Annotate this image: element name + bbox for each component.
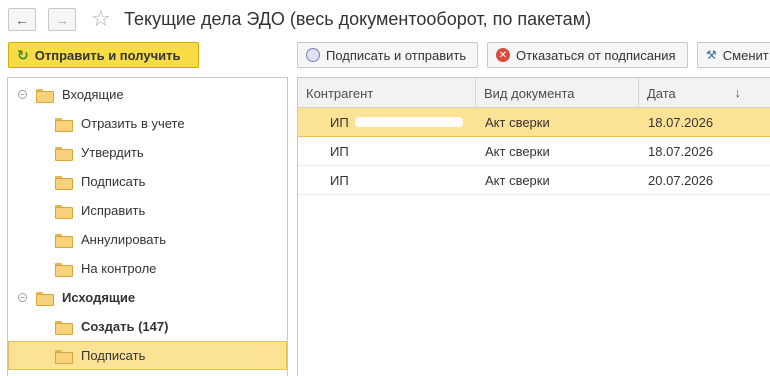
refresh-icon: ↻: [17, 46, 29, 63]
folder-icon: [36, 291, 54, 306]
redaction: [354, 175, 459, 185]
send-receive-button[interactable]: ↻ Отправить и получить: [8, 42, 199, 68]
tree-label: Исправить: [81, 203, 146, 218]
tree-label: Подписать: [81, 174, 146, 189]
tree-label: Подписать: [81, 348, 146, 363]
column-header-date[interactable]: Дата ↓: [639, 78, 770, 108]
documents-table: Контрагент Вид документа Дата ↓ ИП Акт с…: [297, 77, 770, 376]
arrow-right-icon: →: [55, 11, 69, 28]
folder-icon: [36, 88, 54, 103]
arrow-left-icon: ←: [15, 11, 29, 28]
tree-label: Исходящие: [62, 290, 136, 305]
forward-button[interactable]: →: [48, 8, 76, 31]
cell-counterparty: ИП: [330, 166, 459, 194]
tree-item[interactable]: Утвердить: [8, 138, 287, 167]
cell-doc-type: Акт сверки: [485, 114, 550, 130]
cell-doc-type: Акт сверки: [485, 143, 550, 159]
tree-item-selected[interactable]: Подписать: [8, 341, 287, 370]
tree-label: Создать (147): [81, 319, 169, 334]
counterparty-text: ИП: [330, 172, 349, 188]
change-responsible-icon: ⚒: [706, 48, 717, 62]
collapse-toggle-icon[interactable]: −: [18, 293, 27, 302]
left-toolbar: ↻ Отправить и получить: [8, 42, 199, 68]
folder-icon: [55, 262, 73, 277]
sign-and-send-label: Подписать и отправить: [326, 47, 467, 63]
tree-item[interactable]: Создать (147): [8, 312, 287, 341]
tree-group-incoming[interactable]: − Входящие: [8, 80, 287, 109]
folder-icon: [55, 117, 73, 132]
change-label: Сменит: [722, 47, 769, 63]
sign-and-send-button[interactable]: Подписать и отправить: [297, 42, 478, 68]
redaction: [354, 117, 463, 127]
column-header-doc-type[interactable]: Вид документа: [476, 78, 639, 108]
tree-item[interactable]: Аннулировать: [8, 225, 287, 254]
column-header-date-label: Дата: [647, 85, 676, 101]
column-header-counterparty[interactable]: Контрагент: [298, 78, 476, 108]
redaction: [354, 146, 455, 156]
tree-group-outgoing[interactable]: − Исходящие: [8, 283, 287, 312]
counterparty-text: ИП: [330, 143, 349, 159]
cell-date: 18.07.2026: [648, 114, 714, 130]
grid-toolbar: Подписать и отправить ✕ Отказаться от по…: [297, 42, 770, 68]
counterparty-text: ИП: [330, 114, 349, 130]
cell-doc-type: Акт сверки: [485, 172, 550, 188]
reject-signing-button[interactable]: ✕ Отказаться от подписания: [487, 42, 688, 68]
table-header: Контрагент Вид документа Дата ↓: [298, 78, 770, 108]
collapse-toggle-icon[interactable]: −: [18, 90, 27, 99]
folder-tree: − Входящие Отразить в учете Утвердить По…: [7, 77, 288, 376]
folder-icon: [55, 233, 73, 248]
folder-icon: [55, 175, 73, 190]
folder-icon: [55, 349, 73, 364]
tree-label: Утвердить: [81, 145, 144, 160]
reject-icon: ✕: [496, 48, 510, 62]
cell-date: 20.07.2026: [648, 172, 714, 188]
cell-counterparty: ИП: [330, 108, 463, 136]
tree-item[interactable]: Исправить: [8, 196, 287, 225]
folder-icon: [55, 146, 73, 161]
folder-icon: [55, 204, 73, 219]
folder-icon: [55, 320, 73, 335]
table-row[interactable]: ИП Акт сверки 18.07.2026: [298, 108, 770, 137]
page-title: Текущие дела ЭДО (весь документооборот, …: [124, 9, 592, 29]
tree-item[interactable]: Отразить в учете: [8, 109, 287, 138]
reject-signing-label: Отказаться от подписания: [516, 47, 676, 63]
back-button[interactable]: ←: [8, 8, 36, 31]
title-bar: ← → ☆ Текущие дела ЭДО (весь документооб…: [0, 0, 770, 40]
cell-counterparty: ИП: [330, 137, 455, 165]
tree-item[interactable]: Подписать: [8, 167, 287, 196]
star-icon[interactable]: ☆: [91, 6, 111, 32]
tree-label: Аннулировать: [81, 232, 166, 247]
send-receive-label: Отправить и получить: [34, 47, 181, 63]
signature-icon: [306, 48, 320, 62]
tree-item[interactable]: На контроле: [8, 254, 287, 283]
change-button[interactable]: ⚒ Сменит: [697, 42, 770, 68]
tree-label: На контроле: [81, 261, 157, 276]
tree-label: Отразить в учете: [81, 116, 185, 131]
sort-descending-icon: ↓: [734, 85, 742, 100]
table-row[interactable]: ИП Акт сверки 20.07.2026: [298, 166, 770, 195]
tree-label: Входящие: [62, 87, 124, 102]
cell-date: 18.07.2026: [648, 143, 714, 159]
table-row[interactable]: ИП Акт сверки 18.07.2026: [298, 137, 770, 166]
